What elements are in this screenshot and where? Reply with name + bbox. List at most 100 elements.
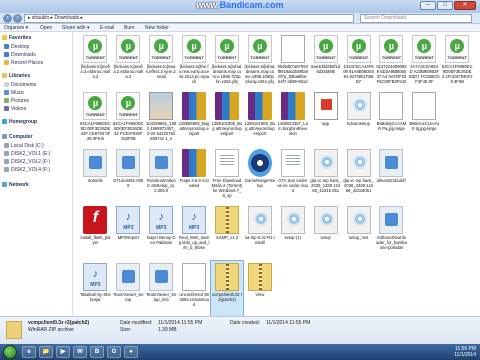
file-item[interactable]: DTLite4491-0356: [112, 147, 145, 204]
file-item[interactable]: View: [243, 261, 276, 318]
file-name: [kickass.to]mafia.2.eldorou.mafia.2: [113, 64, 144, 79]
network-icon: [2, 182, 7, 187]
forward-icon[interactable]: ›: [13, 14, 22, 23]
address-input[interactable]: ▸ shaukin ▸ Downloads ▸: [24, 14, 354, 23]
taskbar-bandicam-icon[interactable]: B: [90, 346, 104, 358]
sidebar-computer[interactable]: Computer: [2, 133, 33, 141]
file-item[interactable]: µ TORRENT 4A7A4C0A8E4D A23B9E9B3F B3D7 FCE…: [408, 33, 441, 90]
file-item[interactable]: BsBcmxCUAAU8 tq.jpg-large: [408, 90, 441, 147]
file-item[interactable]: setup_mxt: [342, 204, 375, 261]
file-item[interactable]: setup (1): [276, 204, 309, 261]
address-bar-row: ‹ › ▸ shaukin ▸ Downloads ▸ Search Downl…: [0, 13, 480, 24]
file-item[interactable]: 1486024387_Lam borghiniReventon: [276, 90, 309, 147]
file-item[interactable]: ♪ MP3 MP3Report: [112, 204, 145, 261]
sidebar-item-drive-c[interactable]: Local Disk (C:): [4, 142, 44, 150]
file-item[interactable]: µ TORRENT 1324C5CA44F809 91A8B08D8494 8470…: [342, 33, 375, 90]
file-item[interactable]: µ TORRENT 84CA1F6960DC9D 0EF3E26DE42F CE87…: [79, 90, 112, 147]
file-item[interactable]: app: [309, 90, 342, 147]
file-name: BsBatsyCcAAMR Pa.jpg-large: [376, 121, 407, 131]
file-item[interactable]: 128605905_Bug attiVeyronSup ersport: [178, 90, 211, 147]
file-item[interactable]: GTA San Andreas ne cedar cloud: [276, 147, 309, 204]
file-name: GameRangerSetup: [244, 178, 276, 188]
file-item[interactable]: µ TORRENT [kickass.to]what.dreams.may.come…: [243, 33, 276, 90]
file-item[interactable]: Free Download Mafia 2 (Torrent) for Wind…: [211, 147, 244, 204]
disc-installer-icon: [247, 149, 272, 177]
file-item[interactable]: 1286101905_Bug attiVeyronSup ersport: [211, 90, 244, 147]
file-item[interactable]: TeamViewer_Setup: [112, 261, 145, 318]
file-item[interactable]: µ TORRENT 5ae2d3d4b6f1d8d34b69b: [309, 33, 342, 90]
taskbar-explorer-icon[interactable]: 📁: [39, 346, 53, 358]
taskbar-media-player-icon[interactable]: ▶: [56, 346, 70, 358]
file-item[interactable]: idman621build7: [375, 147, 408, 204]
file-item[interactable]: dotnetfx: [79, 147, 112, 204]
start-button[interactable]: [3, 345, 17, 359]
sidebar-favorites[interactable]: Favorites: [2, 34, 31, 42]
file-item[interactable]: ♪ MP3 Tabebah-by-Shebarjar: [79, 261, 112, 318]
file-item[interactable]: gta vc mp hack_2039_1338 12468_42316 051: [309, 147, 342, 204]
sidebar-item-drive-e[interactable]: DISK2_VOL1 (E:): [4, 150, 50, 158]
file-item[interactable]: setup: [309, 204, 342, 261]
open-button[interactable]: Open: [40, 25, 52, 31]
file-item[interactable]: GameRangerSetup: [243, 147, 276, 204]
app-file-icon: [313, 92, 338, 120]
file-item[interactable]: µ TORRENT 84CA1F6960DC 9D0EF3E26DE42 FCE87…: [112, 90, 145, 147]
search-input[interactable]: Search Downloads: [360, 14, 472, 23]
generic-file-icon: [280, 35, 305, 63]
system-clock[interactable]: 11:56 PM 11/1/2014: [454, 346, 476, 358]
file-item[interactable]: µ TORRENT [kickass.to]mafia.2.eldorou.mafi…: [112, 33, 145, 90]
sidebar-libraries[interactable]: Libraries: [2, 72, 30, 80]
burn-button[interactable]: Burn: [124, 25, 135, 31]
mp3-file-icon: ♪ MP3: [116, 206, 141, 234]
file-item[interactable]: gta vc mp hack_2036_4338 12468_42316051: [342, 147, 375, 204]
taskbar-gameranger-icon[interactable]: G: [107, 346, 121, 358]
sidebar-item-documents[interactable]: Documents: [4, 81, 36, 89]
file-item[interactable]: µ TORRENT [kickass.to]what.dreams.may.com.…: [211, 33, 244, 90]
taskbar-word-icon[interactable]: W: [73, 346, 87, 358]
file-item[interactable]: f install_flash_player: [79, 204, 112, 261]
file-item[interactable]: BsBatsyCcAAMR Pa.jpg-large: [375, 90, 408, 147]
sidebar-item-music[interactable]: Music: [4, 89, 24, 97]
setup-installer-icon: [247, 206, 272, 234]
file-item[interactable]: Unconfirmed 592584.crdownload: [178, 261, 211, 318]
file-item[interactable]: bdcamsetup: [342, 90, 375, 147]
sidebar-item-videos[interactable]: Videos: [4, 105, 26, 113]
sidebar-item-recent[interactable]: Recent Places: [4, 59, 43, 67]
file-item[interactable]: FacebookVideoC aNSetup_v1.2.205.0: [145, 147, 178, 204]
file-item[interactable]: SoftonicDownloader_for_bambaone-portable: [375, 204, 408, 261]
library-icon: [2, 73, 7, 78]
file-item[interactable]: µ TORRENT [kickass.to]the.fo.rest.early.ac…: [178, 33, 211, 90]
share-menu[interactable]: Share with ▾: [62, 25, 90, 31]
organize-menu[interactable]: Organize ▾: [4, 25, 28, 31]
back-icon[interactable]: ‹: [3, 14, 12, 23]
taskbar-chrome-icon[interactable]: ●: [124, 346, 138, 358]
sidebar-item-drive-f[interactable]: DISK2_VOL2 (F:): [4, 158, 50, 166]
new-folder-button[interactable]: New folder: [145, 25, 169, 31]
sidebar-homegroup[interactable]: Homegroup: [2, 118, 37, 126]
email-button[interactable]: E-mail: [100, 25, 114, 31]
file-item[interactable]: µ TORRENT [kickass.to]mass.effect.3.ryne.3…: [145, 33, 178, 90]
file-item[interactable]: TeamViewer_Setup_mst: [145, 261, 178, 318]
file-item[interactable]: 0b9bd87a87094f9919ab2b89fa80f7a_93ba6f6e…: [276, 33, 309, 90]
sidebar-item-downloads[interactable]: Downloads: [4, 51, 36, 59]
file-item[interactable]: 104269891_1092 4998972457_8 25 64220762 …: [145, 90, 178, 147]
sidebar-item-drive-f2[interactable]: DISK2_VOL4 (F:): [4, 166, 50, 174]
file-item[interactable]: Fraps 3.5.9 Activated: [178, 147, 211, 204]
file-item[interactable]: ♪ MP3 Nayer Benay-Geo Pakistan: [145, 204, 178, 261]
utorrent-file-icon: µ TORRENT: [116, 35, 141, 63]
file-item[interactable]: µ TORRENT 01372240090858 6D3A9B9E6B37 A4 0…: [375, 33, 408, 90]
file-item[interactable]: ♪ MP3 Real_Web_swing ldds_up_and_life_b_th…: [178, 204, 211, 261]
winrar-archive-icon: [215, 92, 239, 120]
file-name: View: [255, 292, 265, 297]
file-item[interactable]: 1286101905_Bug attiVeyronSup ersport: [243, 90, 276, 147]
taskbar-ie-icon[interactable]: e: [22, 346, 36, 358]
file-item[interactable]: sa-mp-0.3z-R1-install: [243, 204, 276, 261]
file-name: setup_mxt: [348, 235, 369, 240]
file-item[interactable]: µ TORRENT [kickass.to]mafia.3.eldorou.mafi…: [79, 33, 112, 90]
sidebar-network[interactable]: Network: [2, 181, 29, 189]
setup-installer-icon: [313, 149, 338, 177]
sidebar-item-desktop[interactable]: Desktop: [4, 43, 29, 51]
sidebar-item-pictures[interactable]: Pictures: [4, 97, 29, 105]
file-item[interactable]: µ TORRENT 84CA1F6960DC 9D0EF3E26DE4 2FCE87…: [441, 33, 474, 90]
file-item[interactable]: vcmpclient0.3z r2(patch2): [209, 260, 245, 319]
file-item[interactable]: SAMP_v1.3: [211, 204, 244, 261]
